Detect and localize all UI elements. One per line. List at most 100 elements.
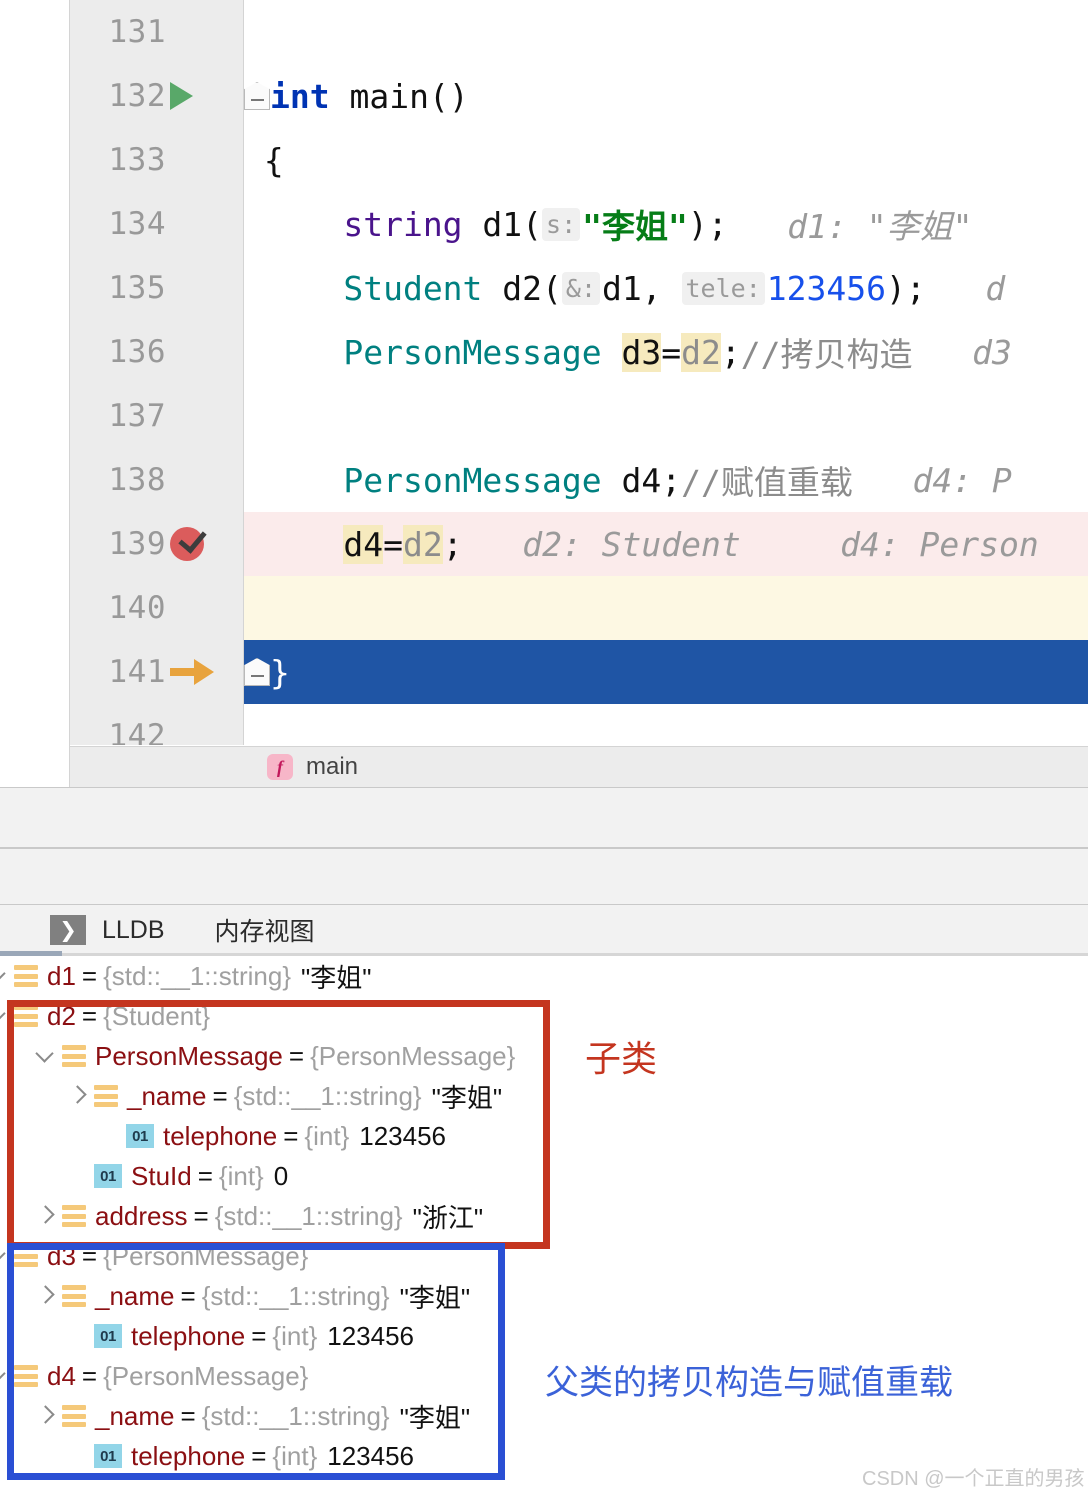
code-line[interactable]: 142 — [70, 704, 1088, 745]
chevron-down-icon[interactable] — [0, 1365, 8, 1387]
gutter-empty — [170, 256, 240, 320]
tab-memory-view[interactable]: 内存视图 — [215, 912, 315, 948]
line-number: 141 — [108, 654, 166, 690]
code-text[interactable]: PersonMessage d4;//赋值重载 d4: P — [244, 448, 1011, 512]
variable-type: {Student} — [103, 1000, 211, 1031]
code-line[interactable]: 134 string d1(s: "李姐"); d1: "李姐" — [70, 192, 1088, 256]
chevron-right-icon[interactable] — [34, 1205, 56, 1227]
execution-pointer-arrow-icon[interactable] — [170, 640, 240, 704]
debug-tab-bar[interactable]: ❯ LLDB 内存视图 — [0, 905, 1088, 955]
gutter-empty — [170, 384, 240, 448]
breadcrumb-function-label[interactable]: main — [306, 753, 358, 781]
code-fold-marker-icon[interactable] — [244, 64, 270, 128]
variable-row[interactable]: address = {std::__1::string} "浙江" — [0, 1196, 1088, 1236]
variable-row[interactable]: d1 = {std::__1::string} "李姐" — [0, 956, 1088, 996]
code-token-plain: = — [661, 332, 682, 372]
code-text[interactable]: } — [270, 640, 290, 704]
editor-gutter[interactable]: 137 — [70, 384, 243, 448]
variables-tree[interactable]: d1 = {std::__1::string} "李姐" d2 = {Student} Per… — [0, 956, 1088, 1500]
variable-equals: = — [180, 1280, 196, 1311]
code-line[interactable]: 133 { — [70, 128, 1088, 192]
tab-lldb[interactable]: LLDB — [102, 916, 165, 945]
variable-row[interactable]: 01 StuId = {int} 0 — [0, 1156, 1088, 1196]
editor-gutter[interactable]: 132 — [70, 64, 243, 128]
code-line[interactable]: 132 int main() — [70, 64, 1088, 128]
debug-toolbar-upper[interactable] — [0, 787, 1088, 848]
terminal-chevron-icon[interactable]: ❯ — [50, 915, 86, 945]
variable-name: telephone — [163, 1120, 278, 1151]
variable-row[interactable]: d3 = {PersonMessage} — [0, 1236, 1088, 1276]
run-triangle-icon[interactable] — [170, 64, 240, 128]
code-text[interactable]: Student d2(&: d1, tele: 123456); d — [244, 256, 1005, 320]
code-line[interactable]: 137 — [70, 384, 1088, 448]
variable-value: 123456 — [327, 1320, 415, 1351]
code-token-type: string — [343, 204, 463, 244]
variable-row[interactable]: PersonMessage = {PersonMessage} — [0, 1036, 1088, 1076]
line-number: 131 — [108, 14, 166, 50]
chevron-right-icon[interactable] — [34, 1405, 56, 1427]
variable-type: {std::__1::string} — [201, 1280, 390, 1311]
editor-gutter[interactable]: 142 — [70, 704, 243, 745]
breakpoint-icon[interactable] — [170, 512, 240, 576]
editor-gutter[interactable]: 133 — [70, 128, 243, 192]
code-fold-marker-icon[interactable] — [244, 640, 270, 704]
code-line[interactable]: 135 Student d2(&: d1, tele: 123456); d — [70, 256, 1088, 320]
code-line[interactable]: 141} — [70, 640, 1088, 704]
code-line-background — [243, 128, 1088, 192]
debug-toolbar-lower[interactable] — [0, 848, 1088, 905]
variable-equals: = — [283, 1120, 299, 1151]
code-text[interactable]: string d1(s: "李姐"); d1: "李姐" — [244, 192, 972, 256]
code-token-str: "李姐" — [582, 207, 688, 246]
editor-gutter[interactable]: 138 — [70, 448, 243, 512]
code-lines-container[interactable]: 131 132 int main() 133 {134 string d1(s: "李姐… — [70, 0, 1088, 745]
line-number: 133 — [108, 142, 166, 178]
code-token-plain: } — [270, 652, 290, 692]
variable-row[interactable]: _name = {std::__1::string} "李姐" — [0, 1276, 1088, 1316]
line-number: 140 — [108, 590, 166, 626]
int-variable-icon: 01 — [94, 1324, 122, 1348]
chevron-down-icon[interactable] — [34, 1045, 56, 1067]
object-variable-icon — [62, 1045, 86, 1067]
variable-name: _name — [95, 1400, 175, 1431]
breadcrumb[interactable]: f main — [70, 746, 1088, 787]
code-line[interactable]: 140 — [70, 576, 1088, 640]
editor-left-margin — [0, 0, 70, 787]
chevron-down-icon[interactable] — [0, 1005, 8, 1027]
chevron-down-icon[interactable] — [0, 1245, 8, 1267]
gutter-empty — [170, 576, 240, 640]
code-line[interactable]: 131 — [70, 0, 1088, 64]
code-text[interactable]: PersonMessage d3 = d2;//拷贝构造 d3 — [244, 320, 1012, 384]
code-token-plain: ); — [687, 204, 728, 244]
editor-gutter[interactable]: 136 — [70, 320, 243, 384]
variable-row[interactable]: _name = {std::__1::string} "李姐" — [0, 1076, 1088, 1116]
variable-equals: = — [212, 1080, 228, 1111]
variable-name: StuId — [131, 1160, 192, 1191]
editor-gutter[interactable]: 140 — [70, 576, 243, 640]
code-token-hint-italic: d2: Student d4: Person — [462, 524, 1039, 564]
code-text[interactable]: d4 = d2; d2: Student d4: Person — [244, 512, 1039, 576]
code-line-background — [243, 704, 1088, 745]
chevron-right-icon[interactable] — [66, 1085, 88, 1107]
editor-gutter[interactable]: 139 — [70, 512, 243, 576]
code-editor[interactable]: 131 132 int main() 133 {134 string d1(s: "李姐… — [0, 0, 1088, 787]
editor-gutter[interactable]: 141 — [70, 640, 243, 704]
code-line[interactable]: 136 PersonMessage d3 = d2;//拷贝构造 d3 — [70, 320, 1088, 384]
variable-row[interactable]: 01 telephone = {int} 123456 — [0, 1116, 1088, 1156]
editor-gutter[interactable]: 134 — [70, 192, 243, 256]
chevron-down-icon[interactable] — [0, 965, 8, 987]
editor-gutter[interactable]: 131 — [70, 0, 243, 64]
object-variable-icon — [14, 1245, 38, 1267]
code-line[interactable]: 139 d4 = d2; d2: Student d4: Person — [70, 512, 1088, 576]
variable-row[interactable]: d2 = {Student} — [0, 996, 1088, 1036]
code-text[interactable]: int main() — [270, 64, 469, 128]
variable-equals: = — [193, 1200, 209, 1231]
object-variable-icon — [14, 1365, 38, 1387]
code-text[interactable]: { — [244, 128, 284, 192]
gutter-separator — [243, 576, 244, 640]
variable-row[interactable]: 01 telephone = {int} 123456 — [0, 1316, 1088, 1356]
chevron-right-icon[interactable] — [34, 1285, 56, 1307]
editor-gutter[interactable]: 135 — [70, 256, 243, 320]
code-line[interactable]: 138 PersonMessage d4;//赋值重载 d4: P — [70, 448, 1088, 512]
